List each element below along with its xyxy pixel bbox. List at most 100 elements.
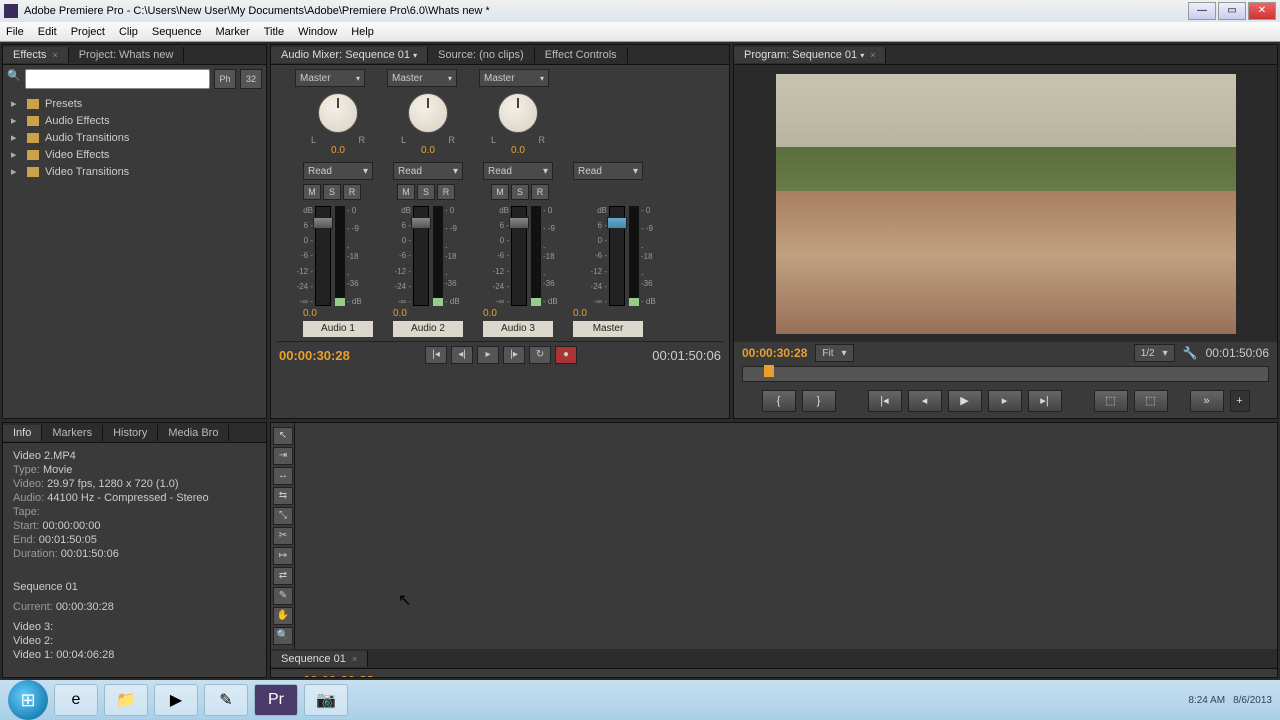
- play-button[interactable]: ▸: [477, 346, 499, 364]
- record-3[interactable]: R: [531, 184, 549, 200]
- export-frame-button[interactable]: »: [1190, 390, 1224, 412]
- timeline-current-tc[interactable]: 00:00:30:28: [277, 671, 1271, 678]
- volume-fader-master[interactable]: [609, 206, 625, 306]
- fader-value-master[interactable]: 0.0: [573, 308, 643, 319]
- mark-in-button[interactable]: {: [762, 390, 796, 412]
- volume-fader-3[interactable]: [511, 206, 527, 306]
- mixer-track-name-1[interactable]: Audio 1: [303, 321, 373, 337]
- taskbar-media-player[interactable]: ▶: [154, 684, 198, 716]
- menu-window[interactable]: Window: [298, 26, 337, 38]
- pan-knob-1[interactable]: [318, 93, 358, 133]
- record-button[interactable]: ●: [555, 346, 577, 364]
- solo-1[interactable]: S: [323, 184, 341, 200]
- ripple-edit-tool[interactable]: ↔: [273, 467, 293, 485]
- pan-value-3[interactable]: 0.0: [483, 145, 553, 156]
- tree-video-transitions[interactable]: ▸Video Transitions: [7, 163, 262, 180]
- wrench-icon[interactable]: 🔧: [1183, 346, 1198, 360]
- volume-fader-1[interactable]: [315, 206, 331, 306]
- mute-1[interactable]: M: [303, 184, 321, 200]
- tab-effects[interactable]: Effects×: [3, 47, 69, 63]
- menu-edit[interactable]: Edit: [38, 26, 57, 38]
- tree-audio-effects[interactable]: ▸Audio Effects: [7, 112, 262, 129]
- menu-sequence[interactable]: Sequence: [152, 26, 202, 38]
- solo-3[interactable]: S: [511, 184, 529, 200]
- mute-3[interactable]: M: [491, 184, 509, 200]
- step-fwd-prog-button[interactable]: ▸: [988, 390, 1022, 412]
- mixer-track-name-3[interactable]: Audio 3: [483, 321, 553, 337]
- taskbar-explorer[interactable]: 📁: [104, 684, 148, 716]
- taskbar-app[interactable]: ✎: [204, 684, 248, 716]
- selection-tool[interactable]: ↖: [273, 427, 293, 445]
- menu-marker[interactable]: Marker: [215, 26, 249, 38]
- pan-knob-3[interactable]: [498, 93, 538, 133]
- track-output-2[interactable]: Master▾: [387, 69, 457, 87]
- system-tray[interactable]: 8:24 AM 8/6/2013: [1188, 695, 1272, 706]
- minimize-button[interactable]: —: [1188, 2, 1216, 20]
- button-editor[interactable]: +: [1230, 390, 1250, 412]
- solo-2[interactable]: S: [417, 184, 435, 200]
- extract-button[interactable]: ⬚: [1134, 390, 1168, 412]
- track-output-1[interactable]: Master▾: [295, 69, 365, 87]
- taskbar-premiere[interactable]: Pr: [254, 684, 298, 716]
- go-to-in-point-button[interactable]: |◂: [868, 390, 902, 412]
- razor-tool[interactable]: ✂: [273, 527, 293, 545]
- mixer-track-name-2[interactable]: Audio 2: [393, 321, 463, 337]
- rate-stretch-tool[interactable]: ⤡: [273, 507, 293, 525]
- program-scrubber[interactable]: [742, 366, 1269, 382]
- menu-clip[interactable]: Clip: [119, 26, 138, 38]
- fader-value-1[interactable]: 0.0: [303, 308, 373, 319]
- record-2[interactable]: R: [437, 184, 455, 200]
- tab-audio-mixer[interactable]: Audio Mixer: Sequence 01 ▾: [271, 47, 428, 63]
- tab-program[interactable]: Program: Sequence 01 ▾×: [734, 47, 886, 63]
- volume-fader-2[interactable]: [413, 206, 429, 306]
- track-output-3[interactable]: Master▾: [479, 69, 549, 87]
- tree-video-effects[interactable]: ▸Video Effects: [7, 146, 262, 163]
- program-video-display[interactable]: [776, 74, 1236, 334]
- go-to-out-point-button[interactable]: ▸|: [1028, 390, 1062, 412]
- lift-button[interactable]: ⬚: [1094, 390, 1128, 412]
- hand-tool[interactable]: ✋: [273, 607, 293, 625]
- mixer-current-tc[interactable]: 00:00:30:28: [279, 348, 350, 363]
- effects-filter-32[interactable]: 32: [240, 69, 262, 89]
- mixer-track-name-master[interactable]: Master: [573, 321, 643, 337]
- start-button[interactable]: ⊞: [8, 680, 48, 720]
- step-back-prog-button[interactable]: ◂: [908, 390, 942, 412]
- taskbar-ie[interactable]: e: [54, 684, 98, 716]
- step-back-button[interactable]: ◂|: [451, 346, 473, 364]
- menu-project[interactable]: Project: [71, 26, 105, 38]
- mute-2[interactable]: M: [397, 184, 415, 200]
- step-forward-button[interactable]: |▸: [503, 346, 525, 364]
- automation-mode-1[interactable]: Read▾: [303, 162, 373, 180]
- close-button[interactable]: ✕: [1248, 2, 1276, 20]
- pan-knob-2[interactable]: [408, 93, 448, 133]
- tab-project[interactable]: Project: Whats new: [69, 47, 185, 63]
- slip-tool[interactable]: ↦: [273, 547, 293, 565]
- tab-sequence[interactable]: Sequence 01×: [271, 651, 368, 667]
- automation-mode-2[interactable]: Read▾: [393, 162, 463, 180]
- play-prog-button[interactable]: ▶: [948, 390, 982, 412]
- track-select-tool[interactable]: ⇥: [273, 447, 293, 465]
- pan-value-1[interactable]: 0.0: [303, 145, 373, 156]
- fader-value-2[interactable]: 0.0: [393, 308, 463, 319]
- automation-mode-master[interactable]: Read▾: [573, 162, 643, 180]
- menu-help[interactable]: Help: [351, 26, 374, 38]
- program-current-tc[interactable]: 00:00:30:28: [742, 346, 807, 360]
- tree-presets[interactable]: ▸Presets: [7, 95, 262, 112]
- menu-title[interactable]: Title: [264, 26, 284, 38]
- zoom-tool[interactable]: 🔍: [273, 627, 293, 645]
- go-to-in-button[interactable]: |◂: [425, 346, 447, 364]
- maximize-button[interactable]: ▭: [1218, 2, 1246, 20]
- fader-value-3[interactable]: 0.0: [483, 308, 553, 319]
- automation-mode-3[interactable]: Read▾: [483, 162, 553, 180]
- record-1[interactable]: R: [343, 184, 361, 200]
- tab-effect-controls[interactable]: Effect Controls: [535, 47, 628, 63]
- pan-value-2[interactable]: 0.0: [393, 145, 463, 156]
- tab-media-browser[interactable]: Media Bro: [158, 425, 229, 441]
- resolution-dropdown[interactable]: 1/2▾: [1134, 344, 1175, 362]
- slide-tool[interactable]: ⇄: [273, 567, 293, 585]
- effects-filter-ph[interactable]: Ph: [214, 69, 236, 89]
- tree-audio-transitions[interactable]: ▸Audio Transitions: [7, 129, 262, 146]
- effects-search-input[interactable]: [25, 69, 210, 89]
- tab-info[interactable]: Info: [3, 425, 42, 441]
- zoom-fit-dropdown[interactable]: Fit▾: [815, 344, 853, 362]
